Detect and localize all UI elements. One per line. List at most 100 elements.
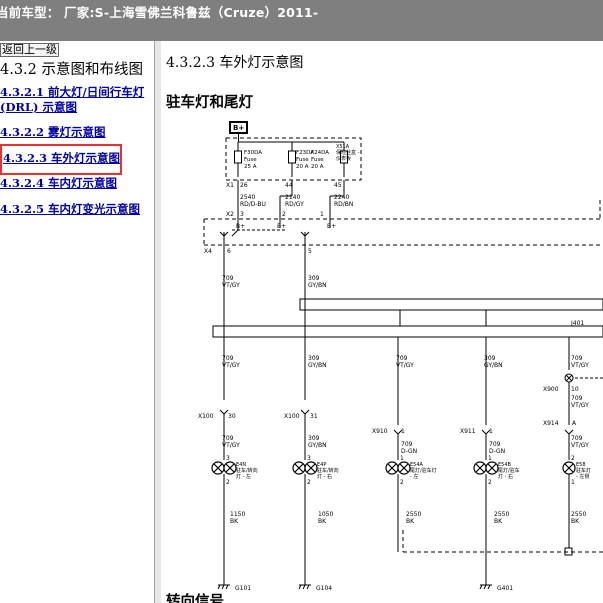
lamp3-pin-top: 1	[400, 455, 404, 462]
lamp1-wire-color: VT/GY	[222, 442, 240, 449]
lamp2-pin-top: 3	[307, 455, 311, 462]
branch3-color: VT/GY	[396, 362, 414, 369]
wire-2140-color: RD/GY	[285, 201, 304, 208]
x100b-label: X100	[284, 413, 300, 420]
ground-wire3-color: BK	[406, 518, 415, 525]
next-section-heading: 转向信号	[166, 594, 224, 603]
ground-wire1-color: BK	[230, 518, 239, 525]
ground-wire1-num: 1150	[230, 511, 245, 518]
x2-pin-2: 2	[282, 211, 286, 218]
sidebar-link-interior-dimming[interactable]: 4.3.2.5 车内灯变光示意图	[0, 202, 140, 217]
wire-2240-num: 2240	[334, 194, 349, 201]
wire-2140-num: 2140	[285, 194, 300, 201]
branch1-num: 709	[222, 355, 234, 362]
sidebar-link-exterior-lights[interactable]: 4.3.2.3 车外灯示意图	[3, 151, 120, 166]
lamp5-wire-num: 709	[571, 435, 583, 442]
fuse2-kind: Fuse	[296, 157, 309, 163]
ground-g104-label: G104	[316, 585, 332, 592]
vehicle-title: 当前车型： 厂家:S-上海雪佛兰科鲁兹（Cruze）2011-	[0, 5, 319, 20]
fuse2-amp: 20 A	[296, 164, 309, 170]
ground-g104-icon	[298, 584, 311, 590]
lamp1-pin-top: 3	[226, 455, 230, 462]
section-title: 4.3.2 示意图和布线图	[0, 62, 144, 78]
j401-label: J401	[570, 320, 584, 327]
lamp2-wire-color: GY/BN	[308, 442, 327, 449]
ground-wire3-num: 2550	[406, 511, 421, 518]
lamp2-wire-num: 309	[308, 435, 320, 442]
fuse1-amp: 25 A	[244, 164, 257, 170]
x4-pin-5: 5	[308, 248, 312, 255]
sidebar-nav: 返回上一级 4.3.2 示意图和布线图 4.3.2.1 前大灯/日间行车灯 (D…	[0, 41, 154, 603]
ground-wire2-color: BK	[318, 518, 327, 525]
lamp-e58-icon	[562, 461, 576, 475]
mid-wire-309-num: 309	[308, 275, 320, 282]
x2-pin-3: 3	[240, 211, 244, 218]
branch5-num: 709	[571, 355, 583, 362]
ground-g401-label: G401	[497, 585, 513, 592]
sidebar-link-headlamps[interactable]: 4.3.2.1 前大灯/日间行车灯 (DRL) 示意图	[0, 85, 144, 115]
fuse3-amp: 20 A	[311, 164, 324, 170]
ground-g101-label: G101	[235, 585, 251, 592]
x100a-pin: 30	[228, 413, 236, 420]
lamp1-desc1: 驻车/转向	[236, 467, 258, 474]
ground-wire4-color: BK	[494, 518, 503, 525]
lamp-e4n-icon	[211, 461, 237, 475]
lamp3-pin-bottom: 2	[400, 479, 404, 486]
mid-wire-709-color: VT/GY	[222, 282, 240, 289]
lamp5-desc1: 驻车灯	[576, 467, 591, 474]
fuse1-kind: Fuse	[244, 157, 257, 163]
branch4-num: 309	[484, 355, 496, 362]
ground-g101-icon	[217, 584, 230, 590]
sidebar-link-headlamps-label: 4.3.2.1 前大灯/日间行车灯	[0, 85, 145, 99]
fusebox-desc2: 仪表板	[336, 155, 351, 162]
x100b-pin: 31	[310, 413, 318, 420]
fuse3-kind: Fuse	[311, 157, 324, 163]
fuse1-name: F30DA	[244, 150, 262, 156]
x4-label: X4	[204, 248, 212, 255]
x2-pin-1: 1	[320, 211, 324, 218]
x900-pin: 10	[571, 386, 579, 393]
sidebar-link-foglamps[interactable]: 4.3.2.2 雾灯示意图	[0, 125, 106, 140]
x911-label: X911	[460, 428, 476, 435]
lamp2-pin-bottom: 2	[307, 479, 311, 486]
fuse-f23da-symbol	[288, 150, 296, 164]
app-header: 当前车型： 厂家:S-上海雪佛兰科鲁兹（Cruze）2011-	[0, 0, 603, 42]
lamp-e4p-icon	[292, 461, 318, 475]
lamp4-pin-bottom: 2	[488, 479, 492, 486]
branch2-num: 309	[308, 355, 320, 362]
lamp-e54a-icon	[385, 461, 411, 475]
mid-wire-709-num: 709	[222, 275, 234, 282]
lamp1-desc2: 灯 - 左	[236, 473, 251, 480]
wiring-diagram: B+ X51A 保险丝盒 - 仪表板 F30DA Fuse 25 A F23DA…	[198, 121, 603, 592]
sidebar-link-interior-lights[interactable]: 4.3.2.4 车内灯示意图	[0, 176, 117, 191]
branch2-color: GY/BN	[308, 362, 327, 369]
x4-pin-6: 6	[227, 248, 231, 255]
lamp3-wire-num: 709	[401, 441, 413, 448]
ground-wire5-num: 2550	[571, 511, 586, 518]
lamp3-desc2: - 左	[410, 473, 418, 480]
fuse3-name: F24DA	[311, 150, 329, 156]
x1-pin-44: 44	[285, 182, 293, 189]
content-pane: 4.3.2.3 车外灯示意图 驻车灯和尾灯 B+ X51A 保险丝盒 - 仪表板…	[161, 41, 603, 603]
x911-pin: 1	[489, 428, 493, 435]
branch4-color: GY/BN	[484, 362, 503, 369]
back-button[interactable]: 返回上一级	[0, 43, 59, 57]
x914-pin: A	[572, 420, 577, 427]
x910-label: X910	[372, 428, 388, 435]
x900-wire-color: VT/GY	[571, 402, 589, 409]
branch5-color: VT/GY	[571, 362, 589, 369]
lamp-e54b-icon	[473, 461, 499, 475]
lamp4-pin-top: 1	[488, 455, 492, 462]
x900-label: X900	[543, 386, 559, 393]
x900-wire-num: 709	[571, 395, 583, 402]
bplus-1: B+	[236, 223, 245, 230]
lamp4-desc2: 灯 - 右	[498, 473, 513, 480]
wire-2540-color: RD/D-BU	[240, 201, 266, 208]
lamp5-pin-top: 2	[571, 455, 575, 462]
bplus-2: B+	[277, 223, 286, 230]
lamp4-wire-num: 709	[489, 441, 501, 448]
lamp2-desc2: 灯 - 右	[317, 473, 332, 480]
x1-pin-45: 45	[334, 182, 342, 189]
x914-label: X914	[543, 420, 559, 427]
x2-label: X2	[226, 211, 234, 218]
